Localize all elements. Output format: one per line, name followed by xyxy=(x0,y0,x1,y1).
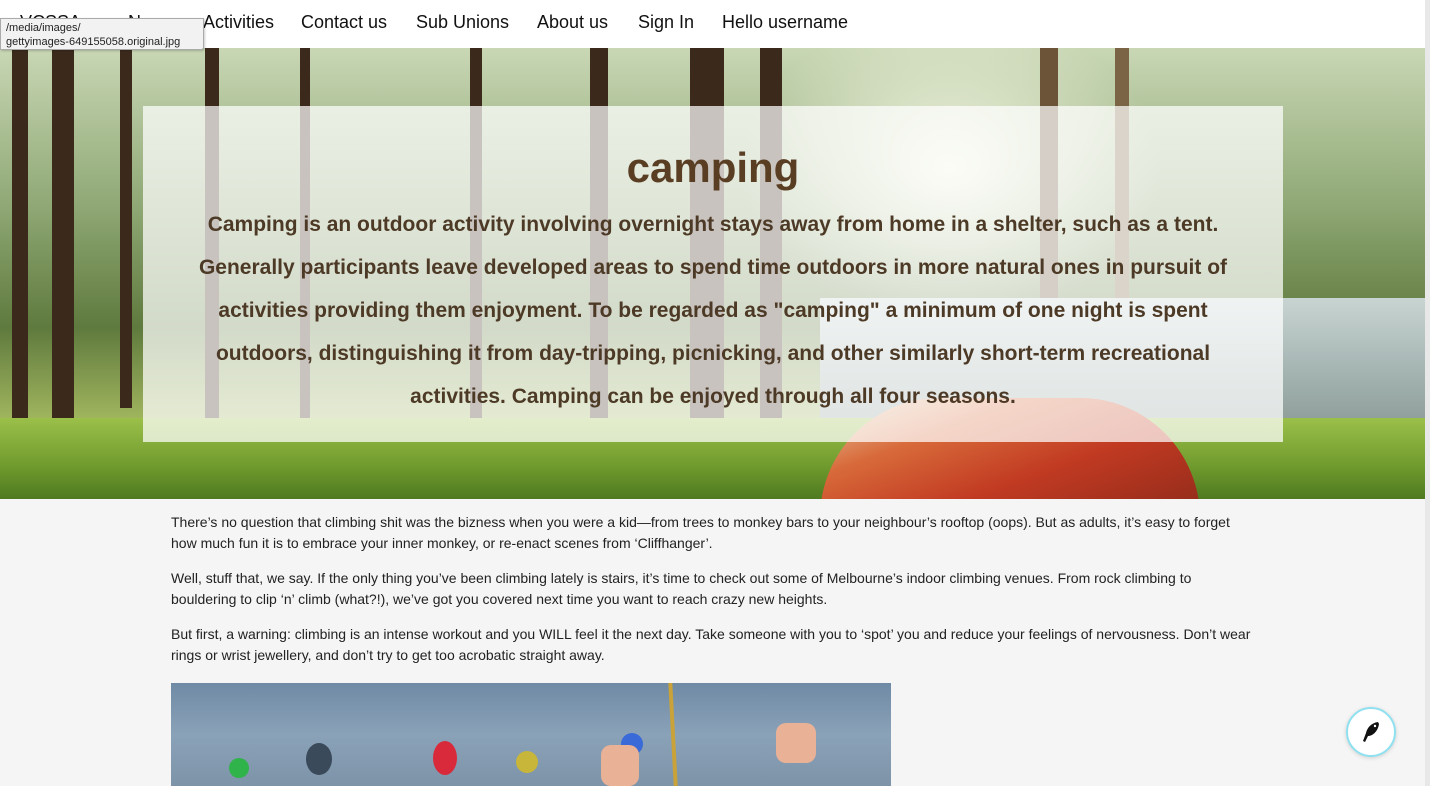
nav-item-sign-in[interactable]: Sign In xyxy=(638,12,694,33)
nav-item-sub-unions[interactable]: Sub Unions xyxy=(416,12,509,33)
chat-widget-button[interactable] xyxy=(1346,707,1396,757)
article-body: There’s no question that climbing shit w… xyxy=(171,512,1256,680)
article-paragraph: But first, a warning: climbing is an int… xyxy=(171,626,1251,663)
bird-quill-icon xyxy=(1363,722,1379,742)
tooltip-line-2: gettyimages-649155058.original.jpg xyxy=(6,36,181,48)
hero-banner: camping Camping is an outdoor activity i… xyxy=(0,48,1425,499)
nav-item-about-us[interactable]: About us xyxy=(537,12,608,33)
climber-hand xyxy=(601,745,639,786)
climbing-hold xyxy=(433,741,457,775)
climbing-hold xyxy=(229,758,249,778)
page-scrollbar[interactable] xyxy=(1425,0,1430,786)
climber-hand xyxy=(776,723,816,763)
nav-item-username[interactable]: Hello username xyxy=(722,12,848,33)
article-paragraph: There’s no question that climbing shit w… xyxy=(171,514,1230,551)
tree-trunk xyxy=(52,48,74,448)
hero-title: camping xyxy=(626,144,800,191)
nav-item-contact-us[interactable]: Contact us xyxy=(301,12,387,33)
climbing-rope xyxy=(668,683,678,786)
hero-text-panel: camping Camping is an outdoor activity i… xyxy=(143,106,1283,442)
tree-trunk xyxy=(12,48,28,428)
climbing-wall-image xyxy=(171,683,891,786)
climbing-hold xyxy=(306,743,332,775)
tree-trunk xyxy=(120,48,132,408)
nav-item-activities[interactable]: Activities xyxy=(203,12,274,33)
article-paragraph: Well, stuff that, we say. If the only th… xyxy=(171,570,1192,607)
hero-description: Camping is an outdoor activity involving… xyxy=(198,213,1228,408)
climbing-hold xyxy=(516,751,538,773)
tooltip-line-1: /media/images/ xyxy=(6,22,81,34)
image-path-tooltip: /media/images/ gettyimages-649155058.ori… xyxy=(0,18,204,50)
top-navbar: VCSSA News Activities Contact us Sub Uni… xyxy=(0,0,1425,48)
